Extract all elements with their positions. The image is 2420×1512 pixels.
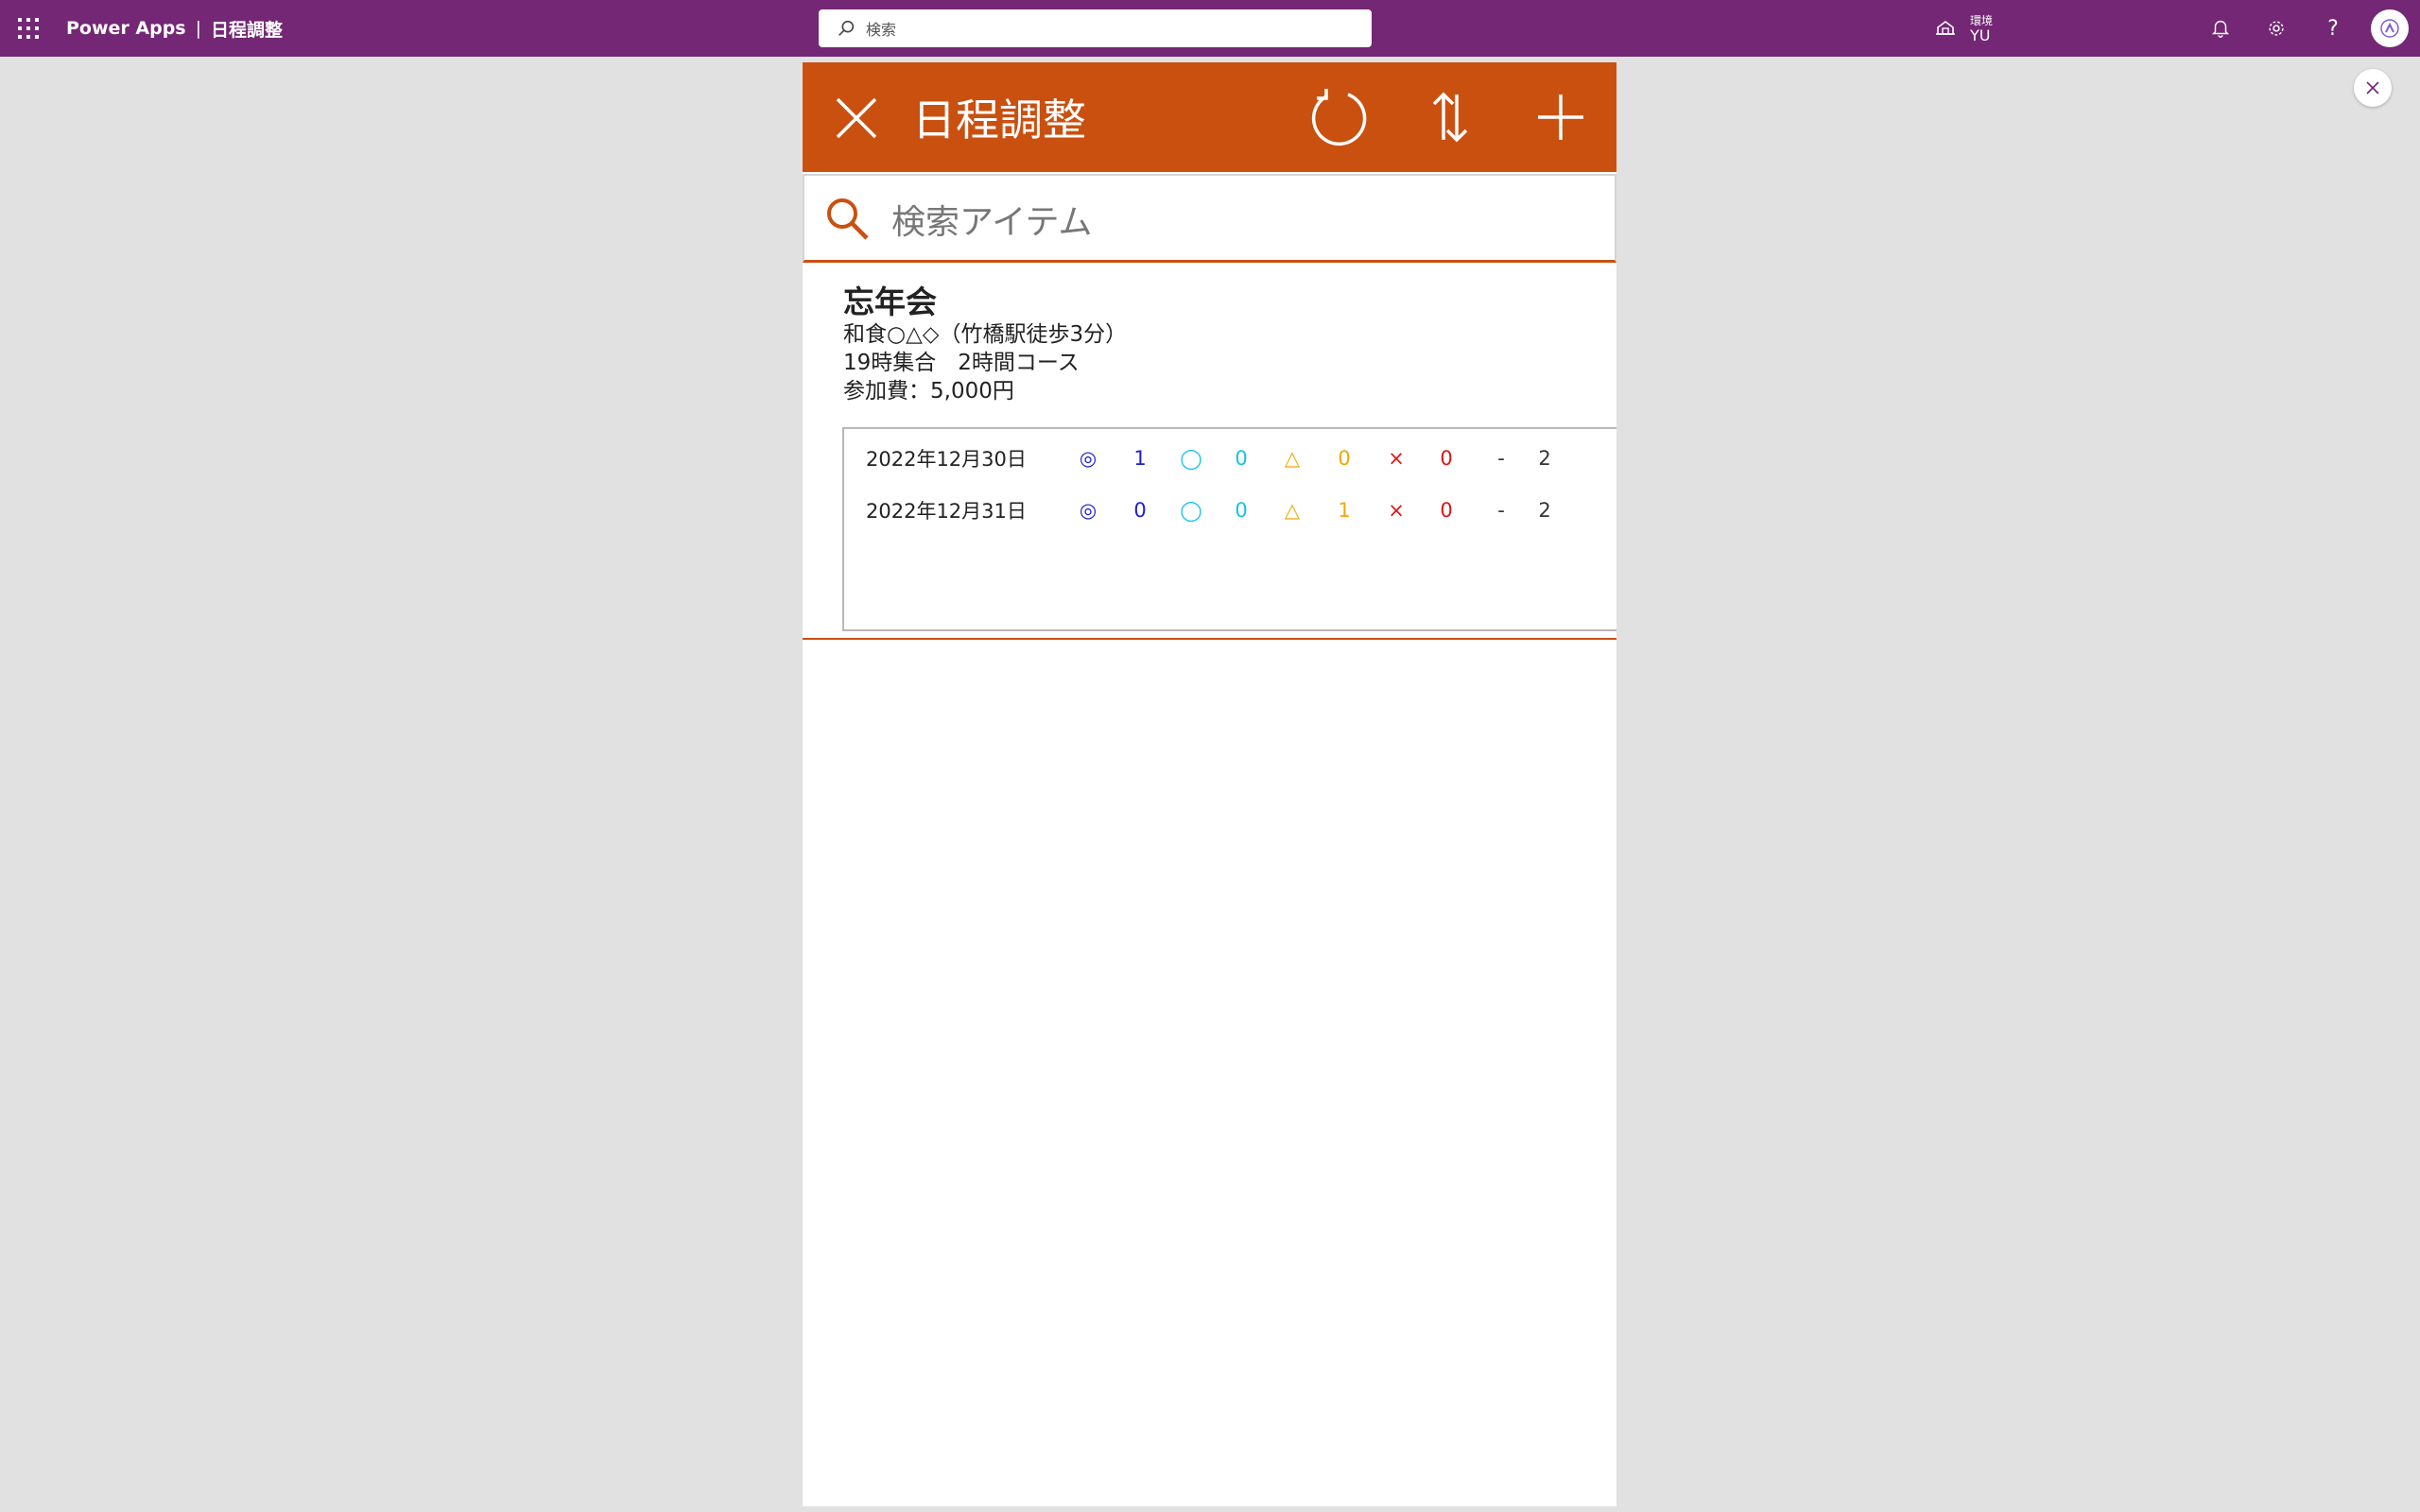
double-circle-count: 1 — [1133, 447, 1147, 470]
close-icon[interactable] — [834, 95, 879, 141]
help-button[interactable]: ? — [2318, 13, 2348, 43]
notifications-button[interactable] — [2205, 13, 2236, 43]
user-avatar[interactable] — [2371, 9, 2409, 47]
copilot-icon — [2380, 19, 2399, 38]
settings-button[interactable] — [2261, 13, 2291, 43]
triangle-count: 1 — [1338, 499, 1351, 522]
date-option-row[interactable]: 2022年12月30日 ◎ 1 ◯ 0 △ 0 × 0 - 2 — [844, 439, 1616, 477]
global-search-box[interactable]: 検索 — [819, 9, 1372, 47]
search-icon — [827, 198, 869, 240]
event-detail-line: 和食○△◇（竹橋駅徒歩3分） — [843, 322, 1128, 347]
circle-count: 0 — [1235, 447, 1248, 470]
item-search-placeholder: 検索アイテム — [891, 203, 1093, 242]
breadcrumb-separator: | — [195, 18, 202, 39]
cross-count: 0 — [1440, 499, 1453, 522]
triangle-count: 0 — [1338, 447, 1351, 470]
close-icon — [2366, 81, 2379, 94]
date-label: 2022年12月31日 — [866, 500, 1027, 523]
double-circle-count: 0 — [1133, 499, 1147, 522]
app-header: 日程調整 — [803, 62, 1616, 172]
dash-count: 2 — [1538, 499, 1551, 522]
circle-count: 0 — [1235, 499, 1248, 522]
product-name[interactable]: Power Apps — [66, 18, 186, 39]
cross-count: 0 — [1440, 447, 1453, 470]
gear-icon — [2269, 21, 2284, 36]
triangle-symbol: △ — [1284, 499, 1301, 522]
app-breadcrumb: Power Apps | 日程調整 — [66, 0, 283, 57]
triangle-symbol: △ — [1284, 447, 1301, 470]
environment-icon — [1936, 21, 1955, 35]
app-canvas: 日程調整 検索アイテム 忘年会 和食○△◇（竹橋駅徒歩3分） 19時集合 2時間… — [803, 62, 1616, 1506]
power-apps-topbar: Power Apps | 日程調整 検索 環境 YU ? — [0, 0, 2420, 57]
app-launcher-icon[interactable] — [18, 18, 39, 39]
double-circle-symbol: ◎ — [1079, 447, 1098, 470]
circle-symbol: ◯ — [1180, 499, 1202, 522]
app-name: 日程調整 — [211, 19, 284, 41]
global-search-placeholder: 検索 — [866, 21, 897, 39]
add-icon[interactable] — [1529, 85, 1593, 149]
dash-count: 2 — [1538, 447, 1551, 470]
close-app-button[interactable] — [2354, 69, 2392, 107]
double-circle-symbol: ◎ — [1079, 499, 1098, 522]
dash-symbol: - — [1497, 499, 1505, 522]
circle-symbol: ◯ — [1180, 447, 1202, 470]
search-icon — [838, 20, 855, 36]
date-label: 2022年12月30日 — [866, 448, 1027, 471]
date-options-gallery: 2022年12月30日 ◎ 1 ◯ 0 △ 0 × 0 - 2 2022年12月… — [842, 427, 1616, 631]
dash-symbol: - — [1497, 447, 1505, 470]
event-detail-line: 参加費：5,000円 — [843, 379, 1014, 404]
refresh-icon[interactable] — [1305, 85, 1370, 149]
cross-symbol: × — [1388, 499, 1405, 522]
event-list-item[interactable]: 忘年会 和食○△◇（竹橋駅徒歩3分） 19時集合 2時間コース 参加費：5,00… — [803, 264, 1616, 640]
item-search-input[interactable]: 検索アイテム — [803, 174, 1616, 263]
page-title: 日程調整 — [912, 94, 1086, 146]
environment-name: YU — [1970, 26, 1991, 44]
bell-icon — [2211, 21, 2230, 38]
sort-icon[interactable] — [1418, 85, 1482, 149]
date-option-row[interactable]: 2022年12月31日 ◎ 0 ◯ 0 △ 1 × 0 - 2 — [844, 491, 1616, 529]
event-detail-line: 19時集合 2時間コース — [843, 351, 1080, 375]
environment-picker[interactable]: 環境 YU — [1934, 8, 1993, 49]
cross-symbol: × — [1388, 447, 1405, 470]
